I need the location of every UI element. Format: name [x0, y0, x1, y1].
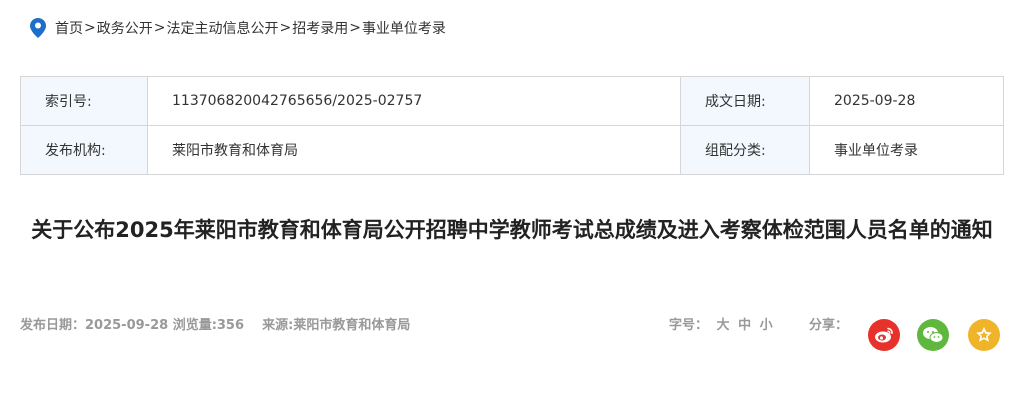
- breadcrumb-separator: >: [349, 20, 361, 36]
- category-label: 组配分类:: [680, 125, 810, 175]
- font-size-small-button[interactable]: 小: [760, 318, 773, 333]
- font-size-large-button[interactable]: 大: [717, 318, 730, 333]
- location-pin-icon: [30, 18, 46, 38]
- index-label: 索引号:: [20, 76, 148, 126]
- metadata-row: 索引号: 113706820042765656/2025-02757 成文日期:…: [20, 76, 1004, 126]
- org-label: 发布机构:: [20, 125, 148, 175]
- favorite-share-button[interactable]: [968, 319, 1000, 351]
- weibo-share-button[interactable]: [868, 319, 900, 351]
- favorite-icon: [976, 327, 992, 342]
- metadata-table: 索引号: 113706820042765656/2025-02757 成文日期:…: [20, 76, 1004, 175]
- view-count: 浏览量:356: [172, 318, 245, 333]
- font-size-medium-button[interactable]: 中: [738, 318, 751, 333]
- wechat-icon: [923, 327, 944, 343]
- article-info: 发布日期：2025-09-28 浏览量:356 来源:莱阳市教育和体育局: [20, 314, 410, 333]
- breadcrumb: 首页 > 政务公开 > 法定主动信息公开 > 招考录用 > 事业单位考录: [30, 18, 446, 38]
- breadcrumb-institution-exam[interactable]: 事业单位考录: [362, 18, 446, 38]
- font-size-control: 字号： 大 中 小: [669, 314, 773, 333]
- breadcrumb-separator: >: [84, 20, 96, 36]
- date-value: 2025-09-28: [809, 76, 1004, 126]
- publish-date: 发布日期：2025-09-28: [20, 318, 169, 333]
- breadcrumb-home[interactable]: 首页: [55, 18, 83, 38]
- weibo-icon: [875, 327, 893, 343]
- share-label: 分享：: [809, 318, 849, 333]
- metadata-row: 发布机构: 莱阳市教育和体育局 组配分类: 事业单位考录: [20, 125, 1004, 175]
- article-title: 关于公布2025年莱阳市教育和体育局公开招聘中学教师考试总成绩及进入考察体检范围…: [31, 218, 993, 242]
- org-value: 莱阳市教育和体育局: [147, 125, 681, 175]
- breadcrumb-separator: >: [153, 20, 166, 36]
- date-label: 成文日期:: [680, 76, 810, 126]
- breadcrumb-statutory-disclosure[interactable]: 法定主动信息公开: [166, 18, 278, 38]
- source: 来源:莱阳市教育和体育局: [262, 318, 411, 333]
- category-value: 事业单位考录: [809, 125, 1004, 175]
- wechat-share-button[interactable]: [917, 319, 949, 351]
- font-size-label: 字号：: [669, 318, 709, 333]
- breadcrumb-recruitment[interactable]: 招考录用: [292, 18, 348, 38]
- index-value: 113706820042765656/2025-02757: [147, 76, 681, 126]
- breadcrumb-gov-affairs[interactable]: 政务公开: [97, 18, 153, 38]
- breadcrumb-separator: >: [279, 20, 292, 36]
